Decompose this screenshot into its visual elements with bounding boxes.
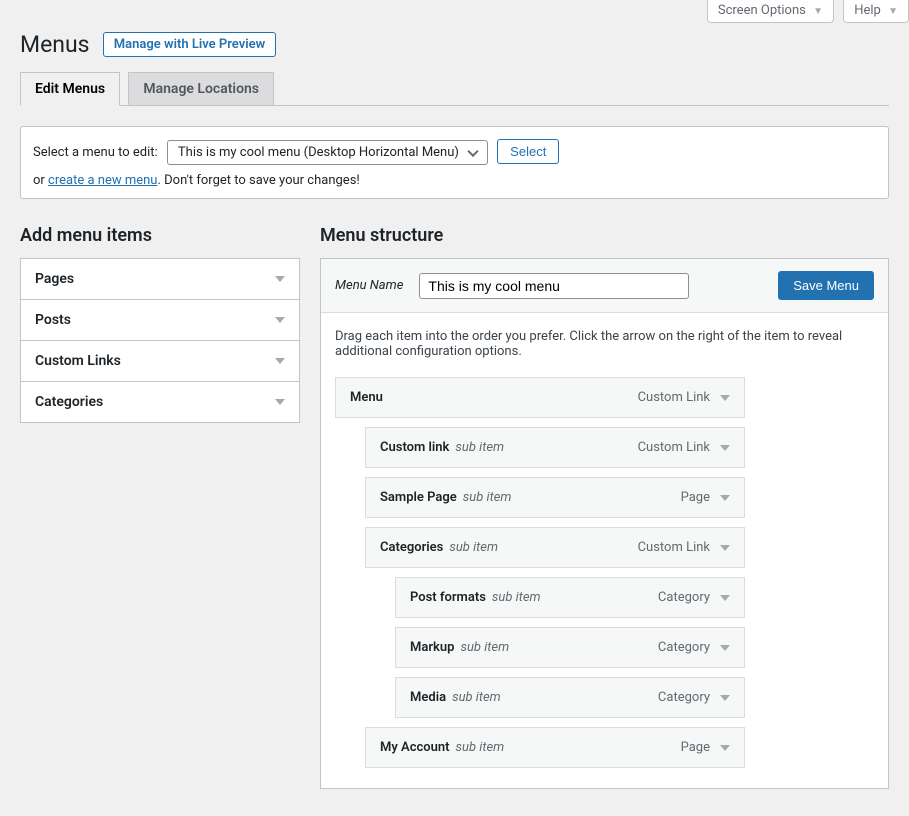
caret-down-icon[interactable] [720, 545, 730, 551]
caret-down-icon [275, 358, 285, 364]
accordion-section-pages[interactable]: Pages [21, 259, 299, 299]
menu-item[interactable]: Post formats sub item Category [395, 577, 745, 618]
accordion-label: Custom Links [35, 353, 121, 369]
caret-down-icon[interactable] [720, 495, 730, 501]
menu-item[interactable]: Markup sub item Category [395, 627, 745, 668]
menu-item-title: Menu [350, 390, 383, 405]
caret-down-icon[interactable] [720, 395, 730, 401]
menu-item[interactable]: Menu Custom Link [335, 377, 745, 418]
caret-down-icon [275, 276, 285, 282]
menu-item-title: Media [410, 690, 446, 705]
menu-item[interactable]: Custom link sub item Custom Link [365, 427, 745, 468]
caret-down-icon[interactable] [720, 745, 730, 751]
help-button[interactable]: Help ▼ [843, 0, 909, 23]
accordion-section-posts[interactable]: Posts [21, 299, 299, 340]
menu-name-label: Menu Name [335, 278, 403, 293]
menu-item[interactable]: My Account sub item Page [365, 727, 745, 768]
accordion-section-categories[interactable]: Categories [21, 381, 299, 422]
caret-down-icon [275, 317, 285, 323]
menu-item-title: Custom link [380, 440, 449, 455]
menu-item-title: Categories [380, 540, 443, 555]
menu-item-type: Page [681, 740, 710, 755]
help-label: Help [854, 3, 881, 18]
menu-item-sub-label: sub item [455, 440, 504, 455]
save-menu-button[interactable]: Save Menu [778, 271, 874, 300]
menu-structure-frame: Menu Name Save Menu Drag each item into … [320, 258, 889, 789]
menu-items-list: MenuCustom LinkCustom linksub itemCustom… [335, 377, 874, 768]
nav-tabs: Edit Menus Manage Locations [20, 72, 889, 106]
tab-edit-menus[interactable]: Edit Menus [20, 72, 120, 106]
menu-item[interactable]: Categories sub item Custom Link [365, 527, 745, 568]
menu-item-type: Custom Link [638, 540, 710, 555]
menu-name-input[interactable] [419, 273, 689, 299]
menu-item-title: My Account [380, 740, 450, 755]
create-menu-helper: or create a new menu. Don't forget to sa… [33, 173, 876, 188]
or-text: or [33, 173, 48, 188]
caret-down-icon[interactable] [720, 595, 730, 601]
accordion-label: Categories [35, 394, 103, 410]
live-preview-button[interactable]: Manage with Live Preview [103, 32, 276, 57]
menu-item-sub-label: sub item [463, 490, 512, 505]
caret-down-icon: ▼ [813, 6, 823, 17]
caret-down-icon[interactable] [720, 645, 730, 651]
menu-item-type: Custom Link [638, 390, 710, 405]
caret-down-icon: ▼ [888, 6, 898, 17]
structure-heading: Menu structure [320, 225, 889, 246]
menu-item-sub-label: sub item [460, 640, 509, 655]
select-button[interactable]: Select [497, 139, 559, 164]
accordion-label: Pages [35, 271, 74, 287]
screen-options-button[interactable]: Screen Options ▼ [707, 0, 834, 23]
create-new-menu-link[interactable]: create a new menu [48, 173, 157, 188]
tab-manage-locations[interactable]: Manage Locations [128, 72, 274, 106]
select-menu-label: Select a menu to edit: [33, 145, 158, 160]
menu-item-type: Category [658, 690, 710, 705]
menu-item[interactable]: Sample Page sub item Page [365, 477, 745, 518]
menu-item-sub-label: sub item [452, 690, 501, 705]
page-title: Menus [20, 31, 90, 58]
menu-item-type: Page [681, 490, 710, 505]
menu-item[interactable]: Media sub item Category [395, 677, 745, 718]
menu-item-title: Post formats [410, 590, 486, 605]
menu-item-sub-label: sub item [449, 540, 498, 555]
menu-item-sub-label: sub item [492, 590, 541, 605]
add-items-heading: Add menu items [20, 225, 300, 246]
caret-down-icon[interactable] [720, 445, 730, 451]
menu-select-value: This is my cool menu (Desktop Horizontal… [178, 145, 459, 160]
menu-structure-header: Menu Name Save Menu [321, 259, 888, 313]
caret-down-icon [275, 399, 285, 405]
add-items-accordion: Pages Posts Custom Links Categories [20, 258, 300, 423]
accordion-section-custom-links[interactable]: Custom Links [21, 340, 299, 381]
caret-down-icon[interactable] [720, 695, 730, 701]
menu-item-sub-label: sub item [456, 740, 505, 755]
menu-select-dropdown[interactable]: This is my cool menu (Desktop Horizontal… [167, 140, 488, 165]
menu-item-title: Markup [410, 640, 454, 655]
menu-selector-panel: Select a menu to edit: This is my cool m… [20, 126, 889, 199]
menu-item-title: Sample Page [380, 490, 457, 505]
drag-instructions: Drag each item into the order you prefer… [335, 329, 874, 359]
screen-options-label: Screen Options [718, 3, 806, 18]
accordion-label: Posts [35, 312, 71, 328]
helper-after-text: . Don't forget to save your changes! [157, 173, 359, 188]
menu-item-type: Category [658, 640, 710, 655]
menu-item-type: Custom Link [638, 440, 710, 455]
menu-item-type: Category [658, 590, 710, 605]
